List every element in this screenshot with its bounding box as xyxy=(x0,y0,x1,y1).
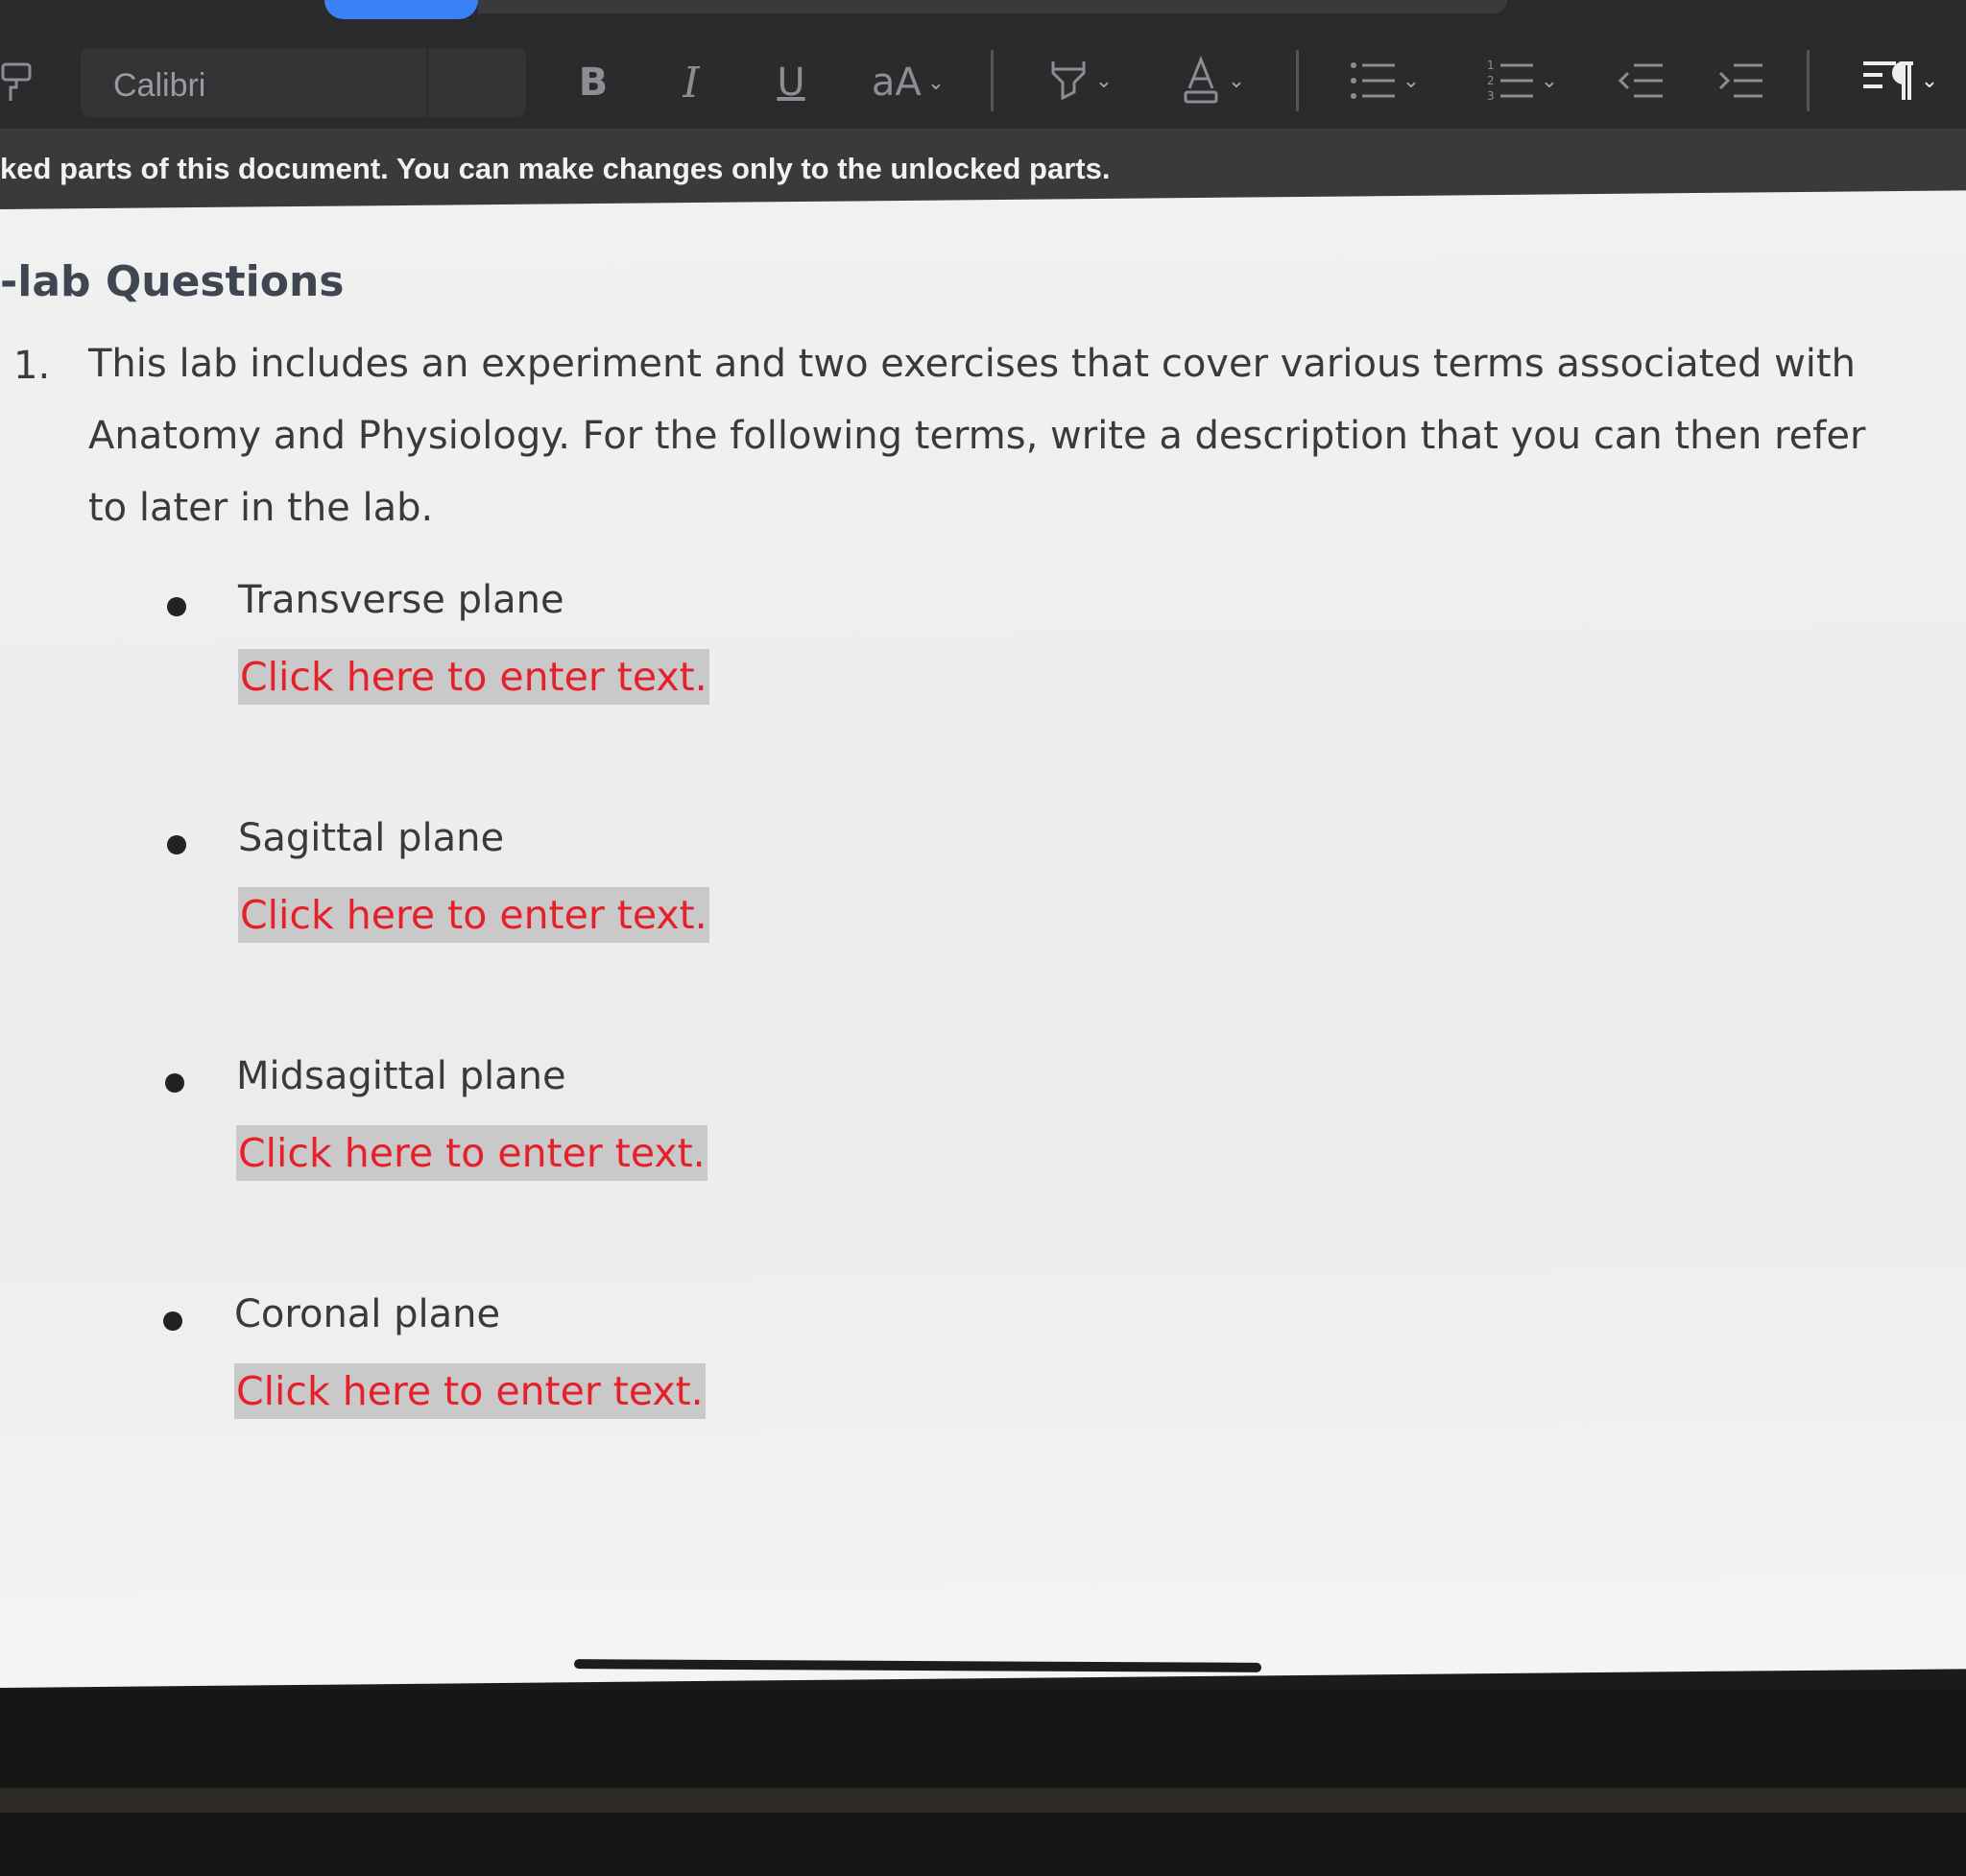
bullet-list-icon xyxy=(1350,62,1395,99)
decrease-indent-icon xyxy=(1618,63,1663,98)
font-size-icon: aA xyxy=(871,60,922,105)
toolbar-divider xyxy=(1807,50,1810,111)
underline-icon: U xyxy=(777,60,805,105)
highlight-button[interactable]: ⌄ xyxy=(1037,52,1123,109)
bold-icon: B xyxy=(578,60,609,105)
font-name-value: Calibri xyxy=(113,67,206,104)
italic-icon: I xyxy=(683,58,700,108)
answer-field-transverse[interactable]: Click here to enter text. xyxy=(238,649,709,705)
answer-field-sagittal[interactable]: Click here to enter text. xyxy=(238,887,709,943)
term-label-coronal: Coronal plane xyxy=(234,1292,501,1336)
format-painter-icon[interactable] xyxy=(0,61,35,104)
decrease-indent-button[interactable] xyxy=(1613,52,1670,109)
font-color-icon xyxy=(1184,56,1218,104)
font-size-field[interactable] xyxy=(426,48,528,117)
increase-indent-button[interactable] xyxy=(1713,52,1770,109)
device-edge xyxy=(0,1788,1966,1813)
term-label-sagittal: Sagittal plane xyxy=(238,816,505,860)
chevron-down-icon: ⌄ xyxy=(1227,68,1246,93)
protected-notice-text: ked parts of this document. You can make… xyxy=(0,152,1111,185)
bullet-icon xyxy=(163,1311,182,1331)
formatting-toolbar: Calibri B I U aA ⌄ ⌄ ⌄ ⌄ 1 2 3 ⌄ ⌄ xyxy=(0,29,1966,129)
question-number: 1. xyxy=(13,344,51,388)
svg-text:3: 3 xyxy=(1487,89,1495,103)
toolbar-divider xyxy=(991,50,994,111)
numbered-list-button[interactable]: 1 2 3 ⌄ xyxy=(1474,52,1570,109)
svg-text:2: 2 xyxy=(1487,74,1495,87)
paragraph-marks-button[interactable]: ⌄ xyxy=(1847,50,1953,111)
numbered-list-icon: 1 2 3 xyxy=(1487,59,1533,103)
bullet-list-button[interactable]: ⌄ xyxy=(1336,52,1432,109)
increase-indent-icon xyxy=(1718,63,1762,98)
active-tab-indicator[interactable] xyxy=(324,0,478,19)
answer-field-coronal[interactable]: Click here to enter text. xyxy=(234,1363,706,1419)
chevron-down-icon: ⌄ xyxy=(926,70,946,95)
highlight-icon xyxy=(1051,61,1086,101)
device-bezel xyxy=(0,1690,1966,1876)
bullet-icon xyxy=(167,835,186,854)
svg-text:1: 1 xyxy=(1487,59,1495,72)
italic-button[interactable]: I xyxy=(664,56,718,109)
bold-button[interactable]: B xyxy=(566,56,620,109)
toolbar-divider xyxy=(1296,50,1299,111)
chevron-down-icon: ⌄ xyxy=(1540,68,1559,93)
underline-button[interactable]: U xyxy=(764,56,818,109)
bullet-icon xyxy=(165,1073,184,1093)
font-color-button[interactable]: ⌄ xyxy=(1169,52,1256,109)
paragraph-mark-icon xyxy=(1862,61,1913,100)
font-size-button[interactable]: aA ⌄ xyxy=(860,56,956,109)
screen: Calibri B I U aA ⌄ ⌄ ⌄ ⌄ 1 2 3 ⌄ ⌄ ked p… xyxy=(0,0,1966,1876)
tab-bar xyxy=(478,0,1507,13)
bullet-icon xyxy=(167,597,186,616)
term-label-transverse: Transverse plane xyxy=(238,578,564,622)
question-text: This lab includes an experiment and two … xyxy=(88,342,1866,530)
term-label-midsagittal: Midsagittal plane xyxy=(236,1054,566,1098)
chevron-down-icon: ⌄ xyxy=(1402,68,1421,93)
chevron-down-icon: ⌄ xyxy=(1920,68,1939,93)
section-heading: -lab Questions xyxy=(0,257,345,306)
top-strip xyxy=(0,0,1966,29)
answer-field-midsagittal[interactable]: Click here to enter text. xyxy=(236,1125,707,1181)
chevron-down-icon: ⌄ xyxy=(1094,68,1114,93)
